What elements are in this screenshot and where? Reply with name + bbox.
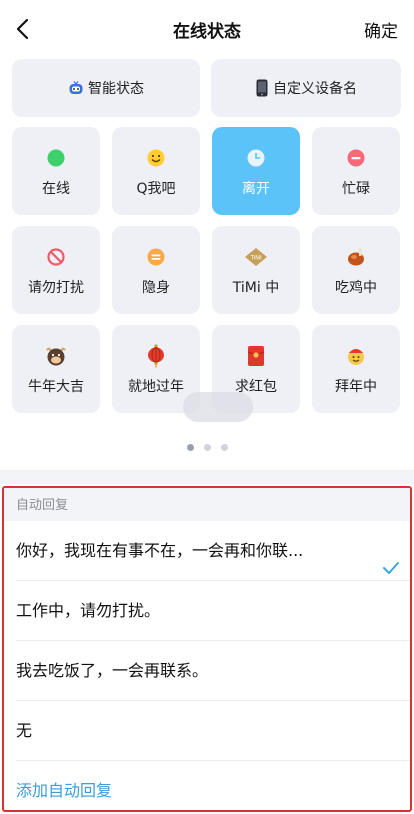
- custom-device-name-button[interactable]: 自定义设备名: [211, 59, 401, 117]
- auto-reply-text: 我去吃饭了，一会再联系。: [16, 661, 209, 680]
- hidden-icon: [147, 248, 165, 266]
- minus-circle-icon: [347, 149, 365, 167]
- svg-text:TiMi: TiMi: [250, 256, 261, 262]
- timi-icon: TiMi: [245, 248, 267, 266]
- status-tile-busy[interactable]: 忙碌: [312, 127, 400, 215]
- status-tile-online[interactable]: 在线: [12, 127, 100, 215]
- status-tile-invisible[interactable]: 隐身: [112, 226, 200, 314]
- smart-status-button[interactable]: 智能状态: [12, 59, 200, 117]
- no-entry-icon: [47, 248, 65, 266]
- auto-reply-option[interactable]: 工作中，请勿打扰。: [16, 581, 410, 641]
- add-auto-reply-link[interactable]: 添加自动回复: [16, 761, 410, 810]
- lantern-icon: [148, 344, 164, 368]
- status-label: 吃鸡中: [335, 280, 377, 296]
- status-tile-away[interactable]: 离开: [212, 127, 300, 215]
- clock-icon: [247, 149, 265, 167]
- status-label: 请勿打扰: [28, 280, 84, 296]
- status-label: 离开: [242, 181, 270, 197]
- status-label: 牛年大吉: [28, 379, 84, 395]
- status-tile-ox-year[interactable]: 牛年大吉: [12, 325, 100, 413]
- status-tile-chicken-dinner[interactable]: 吃鸡中: [312, 226, 400, 314]
- status-label: 忙碌: [342, 181, 370, 197]
- page-dot[interactable]: [186, 444, 194, 451]
- greeting-icon: [348, 349, 364, 365]
- phone-icon: [255, 79, 269, 97]
- auto-reply-panel: 自动回复 你好，我现在有事不在，一会再和你联... 工作中，请勿打扰。 我去吃饭…: [2, 486, 412, 812]
- page-indicator: [0, 444, 414, 451]
- status-tile-new-year-greeting[interactable]: 拜年中: [312, 325, 400, 413]
- status-label: 在线: [42, 181, 70, 197]
- chicken-icon: [348, 248, 364, 266]
- page-dot[interactable]: [203, 444, 211, 451]
- auto-reply-option[interactable]: 你好，我现在有事不在，一会再和你联...: [16, 521, 410, 581]
- auto-reply-text: 工作中，请勿打扰。: [16, 601, 161, 620]
- status-tile-timi[interactable]: TiMi TiMi 中: [212, 226, 300, 314]
- green-dot-icon: [47, 149, 65, 167]
- smart-status-label: 智能状态: [88, 81, 144, 97]
- status-label: TiMi 中: [232, 280, 280, 296]
- section-divider: [0, 470, 414, 484]
- status-label: 就地过年: [128, 379, 184, 395]
- custom-device-name-label: 自定义设备名: [273, 81, 357, 97]
- auto-reply-option[interactable]: 无: [16, 701, 410, 761]
- smile-icon: [147, 149, 165, 167]
- status-label: Q我吧: [136, 181, 176, 197]
- auto-reply-text: 你好，我现在有事不在，一会再和你联...: [16, 541, 304, 560]
- status-tile-q-me[interactable]: Q我吧: [112, 127, 200, 215]
- page-dot[interactable]: [220, 444, 228, 451]
- status-label: 拜年中: [335, 379, 377, 395]
- auto-reply-option[interactable]: 我去吃饭了，一会再联系。: [16, 641, 410, 701]
- toast-overlay: [183, 392, 253, 422]
- confirm-button[interactable]: 确定: [364, 17, 398, 42]
- status-label: 隐身: [142, 280, 170, 296]
- status-tile-do-not-disturb[interactable]: 请勿打扰: [12, 226, 100, 314]
- auto-reply-text: 无: [16, 721, 33, 740]
- page-title: 在线状态: [173, 22, 241, 42]
- auto-reply-section-label: 自动回复: [4, 488, 410, 521]
- robot-tv-icon: [68, 80, 84, 96]
- header: 在线状态 确定: [0, 0, 414, 58]
- red-envelope-icon: [247, 346, 265, 366]
- ox-icon: [46, 347, 66, 366]
